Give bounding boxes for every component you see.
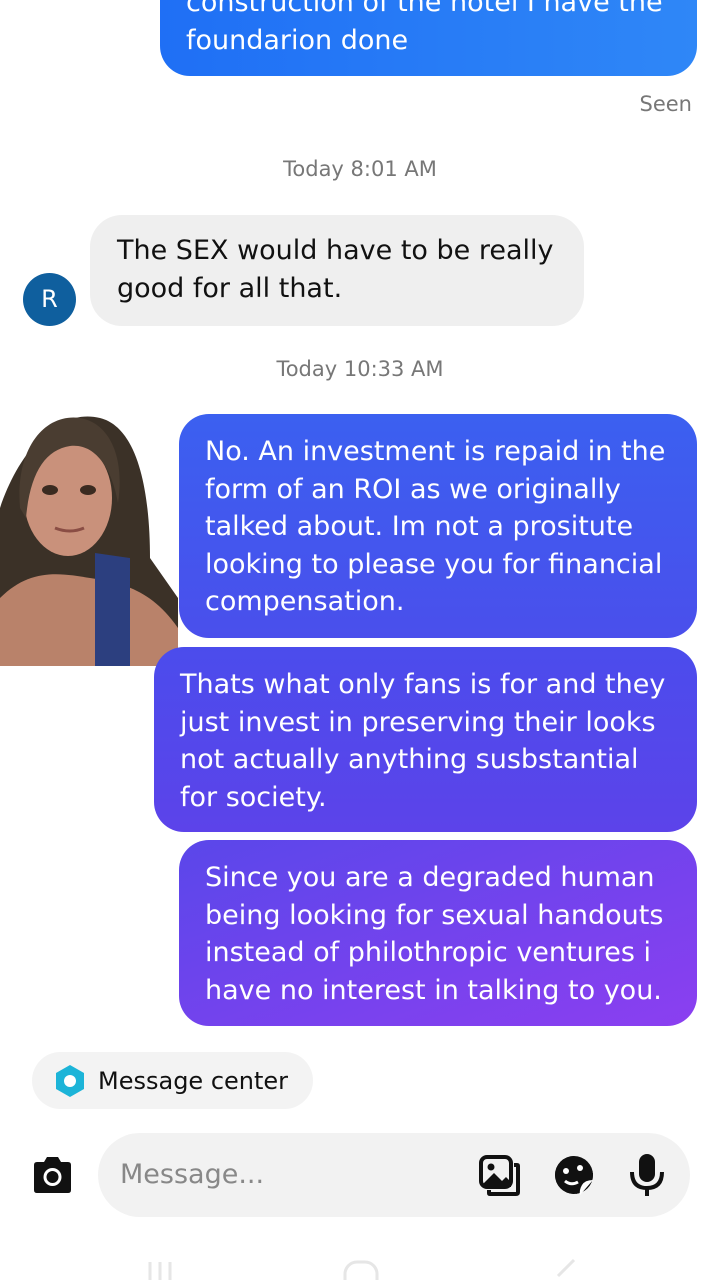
back-icon[interactable]	[548, 1256, 578, 1280]
message-center-icon	[56, 1064, 84, 1097]
outgoing-message-2[interactable]: No. An investment is repaid in the form …	[179, 414, 697, 638]
message-center-button[interactable]: Message center	[32, 1052, 313, 1109]
microphone-icon[interactable]	[628, 1152, 666, 1198]
outgoing-message-4[interactable]: Since you are a degraded human being loo…	[179, 840, 697, 1026]
outgoing-message-3[interactable]: Thats what only fans is for and they jus…	[154, 647, 697, 832]
avatar-initial: R	[41, 285, 58, 313]
timestamp-1: Today 8:01 AM	[283, 157, 437, 181]
home-icon[interactable]	[342, 1256, 380, 1280]
message-center-label: Message center	[98, 1066, 289, 1095]
outgoing-message-1[interactable]: construction of the hotel I have the fou…	[160, 0, 697, 76]
message-input[interactable]: Message...	[98, 1133, 690, 1217]
timestamp-2: Today 10:33 AM	[276, 357, 444, 381]
message-input-placeholder: Message...	[120, 1159, 265, 1190]
person-sticker-image[interactable]	[0, 388, 180, 666]
seen-status: Seen	[639, 92, 692, 116]
gallery-icon[interactable]	[478, 1154, 520, 1196]
sticker-icon[interactable]	[553, 1154, 595, 1196]
avatar[interactable]: R	[23, 273, 76, 326]
recent-apps-icon[interactable]	[146, 1256, 176, 1280]
camera-icon[interactable]	[30, 1155, 75, 1195]
incoming-message-1[interactable]: The SEX would have to be really good for…	[90, 215, 584, 326]
